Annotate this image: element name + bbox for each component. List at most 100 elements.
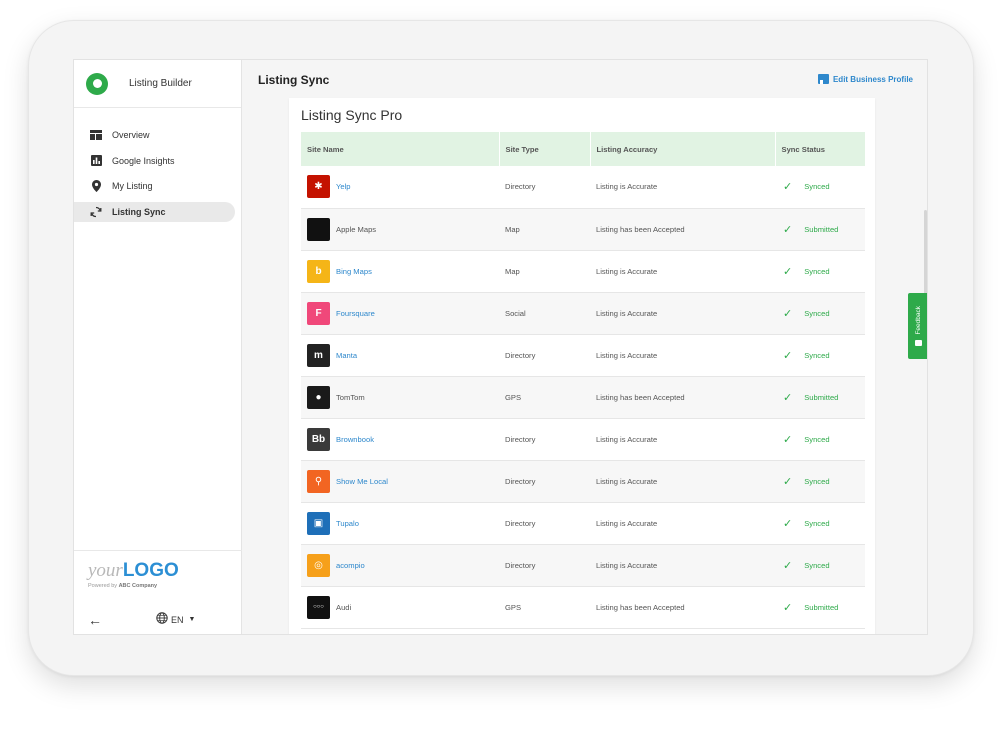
site-type-cell: Map	[505, 266, 520, 276]
sync-status-cell: ✓ Submitted	[775, 208, 865, 250]
table-row: m Manta Directory Listing is Accurate ✓ Synce…	[301, 334, 865, 376]
edit-business-profile-button[interactable]: Edit Business Profile	[817, 74, 913, 84]
manta-icon: m	[307, 343, 330, 367]
site-name[interactable]: Foursquare	[336, 309, 375, 318]
site-name[interactable]: Brownbook	[336, 435, 374, 444]
sync-status-cell: ✓ Synced	[775, 460, 865, 502]
sync-status-text: Synced	[804, 560, 830, 570]
sync-status-cell: ✓ Synced	[775, 502, 865, 544]
checkmark-icon: ✓	[783, 223, 793, 236]
checkmark-icon: ✓	[783, 349, 793, 362]
sync-status-cell: ✓ Synced	[775, 418, 865, 460]
sync-status-cell: ✓ Synced	[775, 334, 865, 376]
site-name: Audi	[336, 602, 352, 612]
site-name[interactable]: Tupalo	[336, 519, 359, 528]
listing-accuracy-cell: Listing is Accurate	[596, 266, 658, 276]
sidebar: Listing Builder Overview Google Insights…	[74, 60, 242, 634]
sync-status-text: Submitted	[804, 392, 839, 402]
app-screen: Listing Builder Overview Google Insights…	[73, 59, 928, 635]
listing-accuracy-cell: Listing has been Accepted	[596, 224, 685, 234]
column-header-sync-status[interactable]: Sync Status	[775, 132, 866, 166]
scrollbar[interactable]	[924, 210, 927, 300]
listing-accuracy-cell: Listing is Accurate	[596, 308, 658, 318]
site-type-cell: GPS	[505, 392, 522, 402]
sidebar-item-listing-sync[interactable]: Listing Sync	[74, 201, 235, 222]
checkmark-icon: ✓	[783, 601, 793, 614]
sync-status-text: Synced	[804, 434, 830, 444]
page-title: Listing Sync	[258, 73, 330, 87]
table-row: ⚲ Show Me Local Directory Listing is Accura…	[301, 460, 865, 502]
site-name[interactable]: Manta	[336, 351, 357, 360]
site-name: Apple Maps	[336, 224, 377, 234]
site-name[interactable]: acompio	[336, 561, 365, 570]
checkmark-icon: ✓	[783, 559, 793, 572]
sidebar-item-label: My Listing	[112, 181, 153, 192]
sync-status-cell: ✓ Synced	[775, 250, 865, 292]
site-name-cell: Apple Maps	[301, 208, 499, 250]
dashboard-icon	[90, 129, 102, 141]
sync-status-cell: ✓ Submitted	[775, 376, 865, 418]
checkmark-icon: ✓	[783, 433, 793, 446]
showmelocal-icon: ⚲	[307, 469, 330, 493]
site-type-cell: Map	[505, 224, 520, 234]
site-type-cell: Directory	[505, 434, 536, 444]
site-type-cell: Directory	[505, 182, 536, 192]
foursquare-icon: F	[307, 301, 330, 325]
sync-status-text: Synced	[804, 308, 830, 318]
audi-icon: ○○○	[307, 595, 330, 619]
feedback-tab[interactable]: Feedback	[908, 293, 927, 359]
site-name-cell: ⚲ Show Me Local	[301, 460, 499, 502]
table-row: b Bing Maps Map Listing is Accurate ✓ Synced	[301, 250, 865, 292]
column-header-listing-accuracy[interactable]: Listing Accuracy	[590, 132, 776, 166]
table-body: ✱ Yelp Directory Listing is Accurate ✓ Synced…	[301, 166, 865, 628]
yelp-icon: ✱	[307, 175, 330, 199]
sync-status-cell: ✓ Submitted	[775, 586, 865, 628]
sidebar-item-label: Google Insights	[112, 155, 175, 166]
sync-status-text: Synced	[804, 518, 830, 528]
listing-sync-table: Site Name Site Type Listing Accuracy Syn…	[301, 132, 866, 629]
language-selector[interactable]: EN ▼	[156, 612, 195, 627]
site-name-cell: ○○○ Audi	[301, 586, 499, 628]
site-name[interactable]: Bing Maps	[336, 267, 372, 276]
site-name-cell: m Manta	[301, 334, 499, 376]
sync-status-cell: ✓ Synced	[775, 166, 865, 208]
site-type-cell: Directory	[505, 350, 536, 360]
site-name[interactable]: Show Me Local	[336, 477, 388, 486]
column-header-site-type[interactable]: Site Type	[499, 132, 591, 166]
sidebar-item-google-insights[interactable]: Google Insights	[74, 151, 235, 171]
brand-header: Listing Builder	[74, 60, 241, 108]
listing-accuracy-cell: Listing has been Accepted	[596, 602, 685, 612]
table-header-row: Site Name Site Type Listing Accuracy Syn…	[301, 132, 866, 166]
storefront-icon	[817, 74, 829, 84]
checkmark-icon: ✓	[783, 475, 793, 488]
location-pin-logo-icon	[86, 72, 108, 95]
site-type-cell: GPS	[505, 602, 522, 612]
site-name-cell: F Foursquare	[301, 292, 499, 334]
table-row: ◎ acompio Directory Listing is Accurate ✓ Syn…	[301, 544, 865, 586]
site-name-cell: ◎ acompio	[301, 544, 499, 586]
site-type-cell: Directory	[505, 476, 536, 486]
checkmark-icon: ✓	[783, 391, 793, 404]
table-row: Apple Maps Map Listing has been Accepted ✓ S…	[301, 208, 865, 250]
site-name-cell: ● TomTom	[301, 376, 499, 418]
logo-main-text: LOGO	[122, 560, 179, 581]
listing-accuracy-cell: Listing is Accurate	[596, 434, 658, 444]
page-header: Listing Sync Edit Business Profile	[242, 60, 927, 98]
globe-icon	[156, 612, 168, 627]
bing-icon: b	[307, 259, 330, 283]
back-arrow-icon[interactable]: ←	[88, 612, 102, 628]
table-row: ▣ Tupalo Directory Listing is Accurate ✓ Sync…	[301, 502, 865, 544]
column-header-site-name[interactable]: Site Name	[301, 132, 500, 166]
sync-status-text: Synced	[804, 182, 830, 192]
site-name[interactable]: Yelp	[336, 182, 351, 191]
app-name: Listing Builder	[129, 78, 192, 89]
sidebar-item-overview[interactable]: Overview	[74, 125, 235, 145]
site-name-cell: ▣ Tupalo	[301, 502, 499, 544]
site-name: TomTom	[336, 392, 365, 402]
sync-status-text: Submitted	[804, 602, 839, 612]
card-title: Listing Sync Pro	[301, 107, 403, 123]
listing-accuracy-cell: Listing is Accurate	[596, 182, 658, 192]
sidebar-item-label: Listing Sync	[112, 206, 166, 217]
sidebar-item-my-listing[interactable]: My Listing	[74, 176, 235, 196]
table-row: ✱ Yelp Directory Listing is Accurate ✓ Synced	[301, 166, 865, 208]
